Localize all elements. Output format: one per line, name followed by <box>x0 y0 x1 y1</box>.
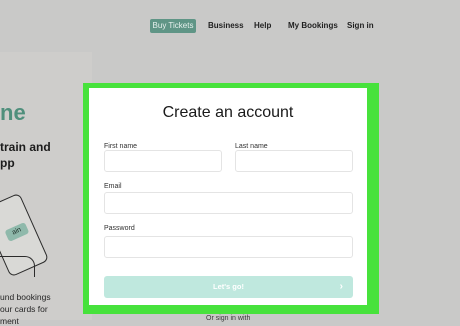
hero-subheading-line-2: pp <box>0 156 15 170</box>
last-name-input[interactable] <box>235 150 353 172</box>
top-nav: Buy Tickets Business Help My Bookings Si… <box>0 0 460 48</box>
first-name-input[interactable] <box>104 150 222 172</box>
business-link[interactable]: Business <box>208 18 244 34</box>
phone-ticket-chip: ain <box>4 221 30 242</box>
hand-illustration <box>0 256 35 277</box>
password-label: Password <box>104 225 135 232</box>
buy-tickets-button[interactable]: Buy Tickets <box>150 19 196 33</box>
hero-feature-line-2: our cards for <box>0 304 48 314</box>
email-label: Email <box>104 183 122 190</box>
lets-go-label: Let's go! <box>213 282 244 291</box>
last-name-label: Last name <box>235 143 268 150</box>
hero-feature-line-3: ment <box>0 316 19 326</box>
help-link[interactable]: Help <box>254 18 271 34</box>
hero-heading-fragment: ne <box>0 100 26 125</box>
sign-in-link[interactable]: Sign in <box>347 18 374 34</box>
first-name-label: First name <box>104 143 138 150</box>
lets-go-button[interactable]: Let's go! › <box>104 276 353 298</box>
password-input[interactable] <box>104 236 353 258</box>
highlight-frame: Create an account First name Last name E… <box>83 83 379 314</box>
chevron-right-icon: › <box>339 281 343 292</box>
alt-signin-text: Or sign in with <box>206 315 251 322</box>
my-bookings-link[interactable]: My Bookings <box>288 18 338 34</box>
modal-title: Create an account <box>162 104 294 121</box>
email-input[interactable] <box>104 192 353 214</box>
hero-feature-line-1: und bookings <box>0 292 51 302</box>
create-account-modal: Create an account First name Last name E… <box>89 88 367 305</box>
hero-panel <box>0 52 92 320</box>
hero-subheading-line-1: train and <box>0 140 51 154</box>
